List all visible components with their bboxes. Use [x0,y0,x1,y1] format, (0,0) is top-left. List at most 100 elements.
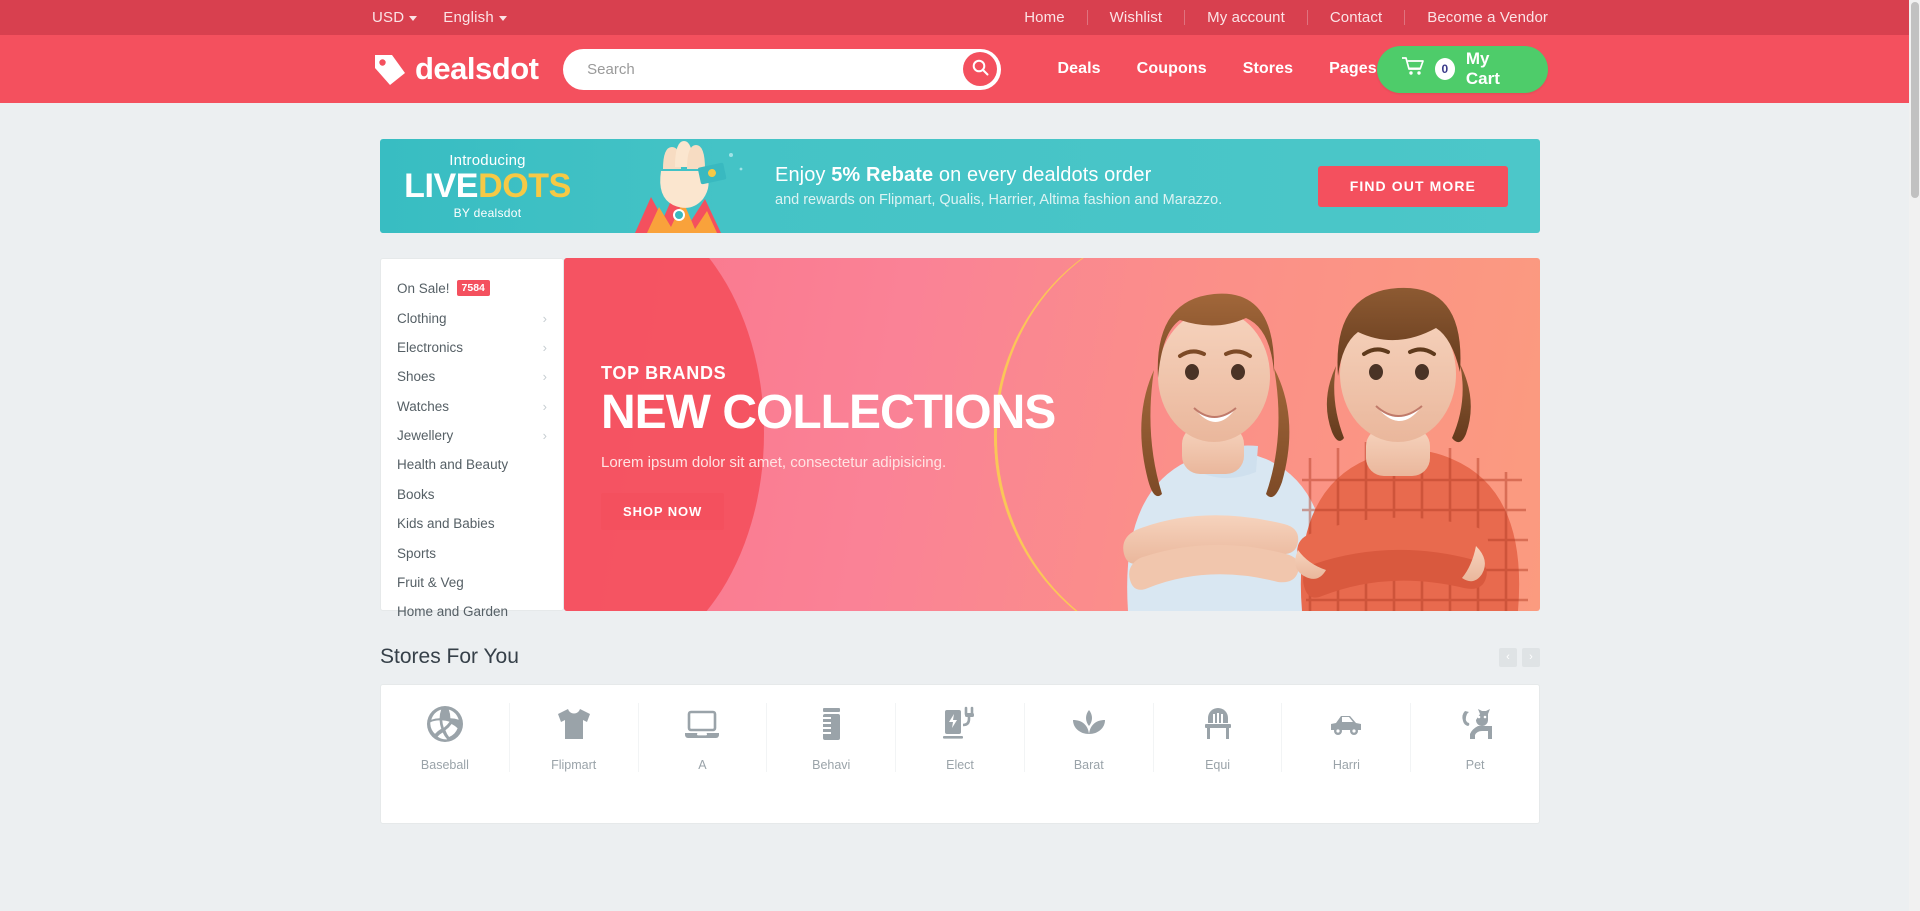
store-name: Baseball [420,758,469,772]
ev-charger-icon [939,703,981,745]
search-input[interactable] [563,48,1002,90]
store-item-equi[interactable]: Equi [1154,703,1283,772]
search-container [563,48,1002,90]
store-item-baseball[interactable]: Baseball [381,703,510,772]
hero-title: NEW COLLECTIONS [601,386,1056,439]
site-header: dealsdot Deals Coupons Stores Pages [0,35,1920,103]
main-container: Introducing LIVEDOTS BY dealsdot Enjoy 5… [380,139,1540,824]
nav-item-deals[interactable]: Deals [1057,60,1100,78]
nav-item-pages[interactable]: Pages [1329,60,1377,78]
nav-item-coupons[interactable]: Coupons [1137,60,1207,78]
stores-carousel: Baseball Flipmart A Behavi Elect Barat E… [380,684,1540,824]
price-tag-icon [372,52,406,86]
top-link-home[interactable]: Home [1002,10,1088,25]
search-icon [972,59,989,79]
store-name: Barat [1073,758,1104,772]
promo-by-line: BY dealsdot [453,205,522,220]
sidebar-item-jewellery[interactable]: Jewellery › [381,421,563,450]
lotus-icon [1068,703,1110,745]
car-icon [1325,703,1367,745]
top-link-wishlist[interactable]: Wishlist [1088,10,1186,25]
on-sale-count-badge: 7584 [456,280,490,297]
main-navigation: Deals Coupons Stores Pages [1057,60,1376,78]
store-item-behavi[interactable]: Behavi [767,703,897,772]
promo-heading-post: on every dealdots order [933,164,1152,186]
store-item-barat[interactable]: Barat [1025,703,1154,772]
container-icon [810,703,852,745]
stores-prev-button[interactable]: ‹ [1499,647,1517,667]
sidebar-item-kids-and-babies[interactable]: Kids and Babies [381,509,563,538]
promo-brand-live: LIVE [404,167,479,206]
promo-heading-pre: Enjoy [775,164,832,186]
sidebar-item-on-sale[interactable]: On Sale! 7584 [381,273,563,303]
chevron-down-icon [409,16,418,21]
sidebar-item-label: Watches [397,398,450,414]
chevron-right-icon: › [542,310,547,326]
store-item-pet[interactable]: Pet [1411,703,1539,772]
sidebar-item-home-and-garden[interactable]: Home and Garden [381,597,563,626]
store-item-flipmart[interactable]: Flipmart [510,703,639,772]
chair-icon [1197,703,1239,745]
basketball-icon [424,703,466,745]
stores-header: Stores For You ‹ › [380,645,1540,669]
cart-button[interactable]: 0 My Cart [1376,45,1548,93]
chevron-right-icon: › [542,339,547,355]
hero-content: TOP BRANDS NEW COLLECTIONS Lorem ipsum d… [564,258,1540,530]
stores-section-title: Stores For You [380,645,519,668]
sidebar-item-label: Fruit & Veg [397,574,464,590]
cart-count-badge: 0 [1434,58,1455,80]
sidebar-item-on-sale-left: On Sale! 7584 [397,280,490,297]
sidebar-item-shoes[interactable]: Shoes › [381,362,563,391]
store-item-harri[interactable]: Harri [1282,703,1412,772]
page-scrollbar[interactable] [1909,0,1920,911]
cart-label: My Cart [1465,49,1500,88]
shop-now-button[interactable]: SHOP NOW [601,492,725,530]
sidebar-item-electronics[interactable]: Electronics › [381,333,563,362]
store-name: Elect [946,758,974,772]
hero-slider[interactable]: TOP BRANDS NEW COLLECTIONS Lorem ipsum d… [564,258,1540,611]
store-name: Equi [1205,758,1231,772]
store-item-a[interactable]: A [639,703,768,772]
hero-subtitle: Lorem ipsum dolor sit amet, consectetur … [601,453,947,471]
sidebar-item-label: Clothing [397,310,447,326]
site-logo[interactable]: dealsdot [372,51,557,87]
promo-heading-bold: 5% Rebate [831,164,934,186]
currency-label: USD [372,9,405,26]
tshirt-icon [553,703,595,745]
promo-illustration [595,139,761,233]
sidebar-item-fruit-and-veg[interactable]: Fruit & Veg [381,568,563,597]
promo-brand-block: Introducing LIVEDOTS BY dealsdot [380,152,595,220]
store-item-elect[interactable]: Elect [896,703,1025,772]
stores-carousel-controls: ‹ › [1499,647,1540,667]
sidebar-item-clothing[interactable]: Clothing › [381,303,563,332]
sidebar-item-label: Electronics [397,339,464,355]
top-link-my-account[interactable]: My account [1185,10,1308,25]
sidebar-item-sports[interactable]: Sports [381,538,563,567]
nav-item-stores[interactable]: Stores [1243,60,1293,78]
find-out-more-button[interactable]: FIND OUT MORE [1317,165,1508,207]
language-selector[interactable]: English [443,9,507,26]
top-link-become-a-vendor[interactable]: Become a Vendor [1405,10,1548,25]
chevron-left-icon: ‹ [1506,651,1510,663]
promo-banner[interactable]: Introducing LIVEDOTS BY dealsdot Enjoy 5… [380,139,1540,233]
top-link-contact[interactable]: Contact [1308,10,1406,25]
sidebar-item-label: Home and Garden [397,604,509,620]
shopping-cart-icon [1400,57,1424,81]
promo-subtext: and rewards on Flipmart, Qualis, Harrier… [775,192,1223,208]
laptop-icon [681,703,723,745]
sidebar-item-label: On Sale! [397,280,450,296]
store-name: Harri [1332,758,1360,772]
currency-selector[interactable]: USD [372,9,418,26]
hero-kicker: TOP BRANDS [601,363,727,383]
scrollbar-thumb[interactable] [1911,2,1919,198]
stores-next-button[interactable]: › [1522,647,1540,667]
sidebar-item-label: Sports [397,545,437,561]
sidebar-item-books[interactable]: Books [381,480,563,509]
sidebar-item-health-and-beauty[interactable]: Health and Beauty [381,450,563,479]
top-bar-left: USD English [372,9,507,26]
sidebar-item-label: Health and Beauty [397,457,509,473]
store-name: Pet [1465,758,1485,772]
chevron-right-icon: › [542,398,547,414]
language-label: English [443,9,494,26]
sidebar-item-watches[interactable]: Watches › [381,392,563,421]
